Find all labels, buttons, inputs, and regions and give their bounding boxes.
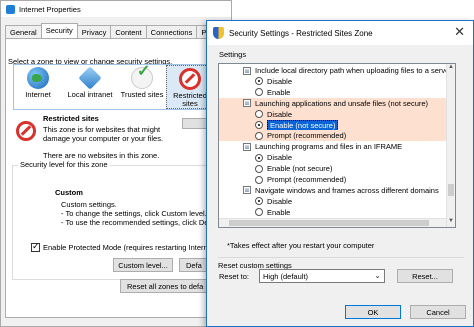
setting-option[interactable]: Enable xyxy=(219,87,455,98)
setting-option[interactable]: Prompt (recommended) xyxy=(219,174,455,185)
zone-label: Local intranet xyxy=(67,90,113,99)
reset-to-label: Reset to: xyxy=(219,272,250,281)
chevron-down-icon: ⌄ xyxy=(374,271,381,280)
custom-level-title: Custom xyxy=(55,188,83,197)
setting-option[interactable]: Disable xyxy=(219,196,455,207)
restricted-zone-icon xyxy=(16,121,36,141)
setting-label: Disable xyxy=(267,76,293,86)
radio-button[interactable] xyxy=(255,197,263,206)
zone-info-title: Restricted sites xyxy=(43,114,99,123)
reset-level-value: High (default) xyxy=(263,271,309,281)
setting-label: Launching applications and unsafe files … xyxy=(255,98,429,108)
zone-local-intranet[interactable]: Local intranet xyxy=(62,65,118,109)
radio-button[interactable] xyxy=(255,175,263,184)
tab-strip: General Security Privacy Content Connect… xyxy=(5,23,236,39)
close-icon[interactable]: ✕ xyxy=(454,24,465,40)
scroll-thumb[interactable] xyxy=(448,184,454,196)
custom-line: Custom settings. xyxy=(61,200,117,209)
setting-label: Enable (not secure) xyxy=(267,164,333,174)
setting-category: Launching programs and files in an IFRAM… xyxy=(219,141,455,152)
setting-category-icon xyxy=(243,186,251,195)
reset-all-zones-button[interactable]: Reset all zones to defa xyxy=(120,279,219,293)
setting-category-icon xyxy=(243,66,251,75)
tab-security[interactable]: Security xyxy=(40,23,78,38)
protected-mode-option[interactable]: Enable Protected Mode (requires restarti… xyxy=(31,241,222,252)
setting-category: Include local directory path when upload… xyxy=(219,65,455,76)
radio-button[interactable] xyxy=(255,77,263,86)
setting-label: Disable xyxy=(267,196,293,206)
hscroll-thumb[interactable] xyxy=(229,220,429,226)
setting-option[interactable]: Disable xyxy=(219,76,455,87)
custom-level-description: Custom settings. - To change the setting… xyxy=(61,200,215,227)
reset-level-dropdown[interactable]: High (default) ⌄ xyxy=(259,269,385,283)
radio-button[interactable] xyxy=(255,208,263,217)
setting-option[interactable]: Prompt (recommended) xyxy=(219,130,455,142)
radio-button[interactable] xyxy=(255,121,263,129)
globe-icon xyxy=(27,67,49,89)
no-entry-icon xyxy=(179,68,201,90)
zone-info-no-sites: There are no websites in this zone. xyxy=(43,151,160,160)
radio-button[interactable] xyxy=(255,88,263,97)
tab-general[interactable]: General xyxy=(5,25,42,38)
internet-properties-titlebar: Internet Properties xyxy=(1,1,231,17)
zone-internet[interactable]: Internet xyxy=(14,65,62,109)
settings-label: Settings xyxy=(219,50,247,59)
setting-label: Disable xyxy=(267,109,293,119)
setting-option[interactable]: Enable xyxy=(219,207,455,218)
tab-content[interactable]: Content xyxy=(110,25,147,38)
zone-list: Internet Local intranet Trusted sites Re… xyxy=(13,64,231,110)
setting-label: Navigate windows and frames across diffe… xyxy=(255,185,439,195)
radio-button[interactable] xyxy=(255,110,263,119)
vertical-scrollbar[interactable]: ▲ ▼ xyxy=(446,64,455,227)
window-title: Internet Properties xyxy=(19,4,81,14)
horizontal-scrollbar[interactable] xyxy=(219,218,446,227)
intranet-icon xyxy=(78,66,102,90)
security-level-title: Security level for this zone xyxy=(18,160,110,169)
zone-label: Internet xyxy=(25,90,51,99)
setting-label: Launching programs and files in an IFRAM… xyxy=(255,142,403,152)
setting-option[interactable]: Enable (not secure) xyxy=(219,163,455,174)
setting-label: Prompt (recommended) xyxy=(267,175,347,184)
setting-category: Navigate windows and frames across diffe… xyxy=(219,185,455,196)
restart-note: *Takes effect after you restart your com… xyxy=(227,241,375,250)
setting-category: Launching applications and unsafe files … xyxy=(219,97,455,109)
zone-label: Trusted sites xyxy=(120,90,164,99)
setting-label: Enable xyxy=(267,207,291,217)
security-settings-dialog: Security Settings - Restricted Sites Zon… xyxy=(206,20,474,327)
internet-options-icon xyxy=(6,4,15,14)
tab-connections[interactable]: Connections xyxy=(145,25,198,38)
tab-privacy[interactable]: Privacy xyxy=(76,25,112,38)
zone-trusted-sites[interactable]: Trusted sites xyxy=(118,65,166,109)
settings-list[interactable]: Include local directory path when upload… xyxy=(218,63,456,228)
setting-option[interactable]: Disable xyxy=(219,152,455,163)
setting-option[interactable]: Disable xyxy=(219,108,455,120)
setting-label: Enable (not secure) xyxy=(267,119,339,131)
shield-icon xyxy=(213,27,224,39)
setting-label: Include local directory path when upload… xyxy=(255,66,452,75)
radio-button[interactable] xyxy=(255,164,263,173)
reset-button[interactable]: Reset... xyxy=(397,269,453,283)
ok-button[interactable]: OK xyxy=(345,305,401,319)
zone-info-description: This zone is for websites that might dam… xyxy=(43,125,164,143)
dialog-title: Security Settings - Restricted Sites Zon… xyxy=(229,28,373,38)
custom-line: - To change the settings, click Custom l… xyxy=(61,209,207,218)
dialog-titlebar: Security Settings - Restricted Sites Zon… xyxy=(207,21,473,45)
custom-line: - To use the recommended settings, click… xyxy=(61,218,215,227)
setting-category-icon xyxy=(243,142,251,151)
cancel-button[interactable]: Cancel xyxy=(410,305,466,319)
setting-label: Prompt (recommended) xyxy=(267,131,347,141)
radio-button[interactable] xyxy=(255,153,263,162)
scroll-down-icon[interactable]: ▼ xyxy=(447,218,455,227)
protected-mode-checkbox[interactable] xyxy=(31,241,40,252)
protected-mode-label: Enable Protected Mode (requires restarti… xyxy=(43,243,222,252)
setting-label: Enable xyxy=(267,87,291,97)
radio-button[interactable] xyxy=(255,131,263,140)
setting-category-icon xyxy=(243,99,251,108)
custom-level-button[interactable]: Custom level... xyxy=(113,258,173,272)
setting-label: Disable xyxy=(267,153,293,163)
checkmark-icon xyxy=(131,67,153,89)
setting-option[interactable]: Enable (not secure) xyxy=(219,119,455,131)
scroll-up-icon[interactable]: ▲ xyxy=(447,64,455,73)
